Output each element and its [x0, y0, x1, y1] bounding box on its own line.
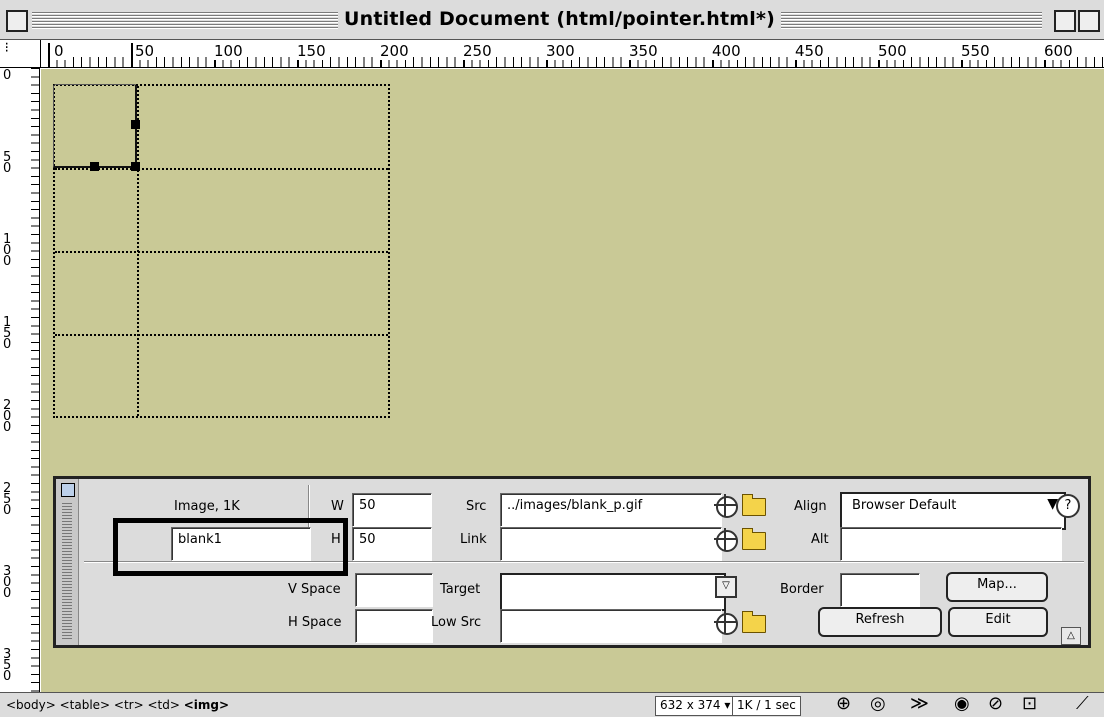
resize-handle-right[interactable] [131, 120, 140, 129]
close-box-icon[interactable] [6, 10, 28, 32]
help-icon[interactable]: ? [1056, 494, 1080, 518]
border-field[interactable] [840, 573, 920, 607]
selected-image[interactable] [53, 84, 140, 171]
ruler-label: 250 [3, 481, 13, 518]
link-label: Link [460, 532, 487, 547]
refresh-button[interactable]: Refresh [818, 607, 942, 637]
title-bar[interactable]: Untitled Document (html/pointer.html*) [0, 0, 1104, 40]
ruler-label: 550 [959, 42, 992, 60]
behaviors-icon[interactable]: ≫ [910, 694, 929, 714]
ruler-label: 450 [793, 42, 826, 60]
ruler-label: 400 [710, 42, 743, 60]
link-field[interactable] [500, 527, 722, 561]
src-label: Src [466, 499, 487, 514]
table-row-border [55, 168, 388, 170]
ruler-label: 200 [378, 42, 411, 60]
align-label: Align [794, 499, 827, 514]
resize-grip-icon[interactable]: ⟋ [1076, 694, 1089, 714]
window-size-menu[interactable]: 632 x 374 ▾ [655, 696, 736, 716]
edit-button[interactable]: Edit [948, 607, 1048, 637]
browse-folder-icon[interactable] [742, 528, 766, 550]
timeline-icon[interactable]: ◉ [954, 694, 970, 714]
ruler-label: 300 [544, 42, 577, 60]
download-time: 1K / 1 sec [732, 696, 801, 716]
width-field[interactable]: 50 [352, 493, 432, 527]
browse-folder-icon[interactable] [742, 494, 766, 516]
tag-selector[interactable]: <body> <table> <tr> <td> <img> [6, 698, 229, 712]
ruler-label: 50 [133, 42, 157, 60]
vertical-ruler: 0 50 100 150 200 250 300 350 [0, 68, 40, 692]
element-type-label: Image, 1K [174, 499, 240, 514]
tag-path[interactable]: <body> <table> <tr> <td> [6, 698, 184, 712]
lowsrc-label: Low Src [431, 615, 482, 630]
alt-label: Alt [811, 532, 829, 547]
browse-folder-icon[interactable] [742, 611, 766, 633]
html-styles-icon[interactable]: ⊡ [1022, 694, 1037, 714]
point-to-file-icon[interactable] [714, 611, 738, 635]
vspace-field[interactable] [355, 573, 433, 607]
table-row-border [55, 334, 388, 336]
tag-current[interactable]: <img> [184, 698, 229, 712]
image-type-icon [61, 483, 75, 497]
ruler-label: 600 [1042, 42, 1075, 60]
align-select-value: Browser Default [852, 498, 957, 513]
html-source-icon[interactable]: ⊘ [988, 694, 1003, 714]
ruler-label: 0 [52, 42, 66, 60]
site-launcher-icon[interactable]: ⊕ [836, 694, 851, 714]
point-to-file-icon[interactable] [714, 494, 738, 518]
width-label: W [331, 499, 344, 514]
collapse-box-icon[interactable] [1078, 10, 1100, 32]
status-bar: <body> <table> <tr> <td> <img> 632 x 374… [0, 692, 1104, 717]
hspace-field[interactable] [355, 609, 433, 643]
hspace-label: H Space [288, 615, 342, 630]
ruler-label: 50 [3, 150, 13, 176]
resize-handle-corner[interactable] [131, 162, 140, 171]
target-dropdown-icon[interactable]: ▽ [715, 576, 737, 598]
ruler-label: 150 [3, 315, 13, 352]
horizontal-ruler: ⁝ 0 50 100 150 200 250 300 350 400 450 5… [0, 40, 1104, 68]
ruler-label: 350 [627, 42, 660, 60]
ruler-origin-icon[interactable]: ⁝ [0, 40, 41, 67]
map-button[interactable]: Map... [946, 572, 1048, 602]
resize-handle-bottom[interactable] [90, 162, 99, 171]
ruler-label: 0 [3, 68, 12, 83]
table-row-border [55, 251, 388, 253]
annotation-highlight-box [113, 518, 348, 576]
inspector-grip[interactable] [56, 479, 79, 645]
ruler-label: 100 [212, 42, 245, 60]
ruler-label: 350 [3, 647, 13, 684]
ruler-label: 150 [295, 42, 328, 60]
table-column-border [137, 86, 139, 416]
target-field[interactable] [500, 573, 726, 611]
ruler-label: 300 [3, 564, 13, 601]
ruler-label: 100 [3, 232, 13, 269]
collapse-inspector-icon[interactable]: △ [1061, 627, 1081, 645]
src-field[interactable]: ../images/blank_p.gif [500, 493, 722, 527]
vspace-label: V Space [288, 582, 341, 597]
zoom-box-icon[interactable] [1054, 10, 1076, 32]
border-label: Border [780, 582, 824, 597]
alt-field[interactable] [840, 527, 1062, 561]
ruler-label: 250 [461, 42, 494, 60]
window-title: Untitled Document (html/pointer.html*) [338, 8, 781, 30]
point-to-file-icon[interactable] [714, 528, 738, 552]
height-field[interactable]: 50 [352, 527, 432, 561]
align-select[interactable]: Browser Default ▼ [840, 492, 1066, 530]
ruler-label: 500 [876, 42, 909, 60]
library-icon[interactable]: ◎ [870, 694, 886, 714]
lowsrc-field[interactable] [500, 609, 722, 643]
target-label: Target [440, 582, 481, 597]
ruler-label: 200 [3, 398, 13, 435]
